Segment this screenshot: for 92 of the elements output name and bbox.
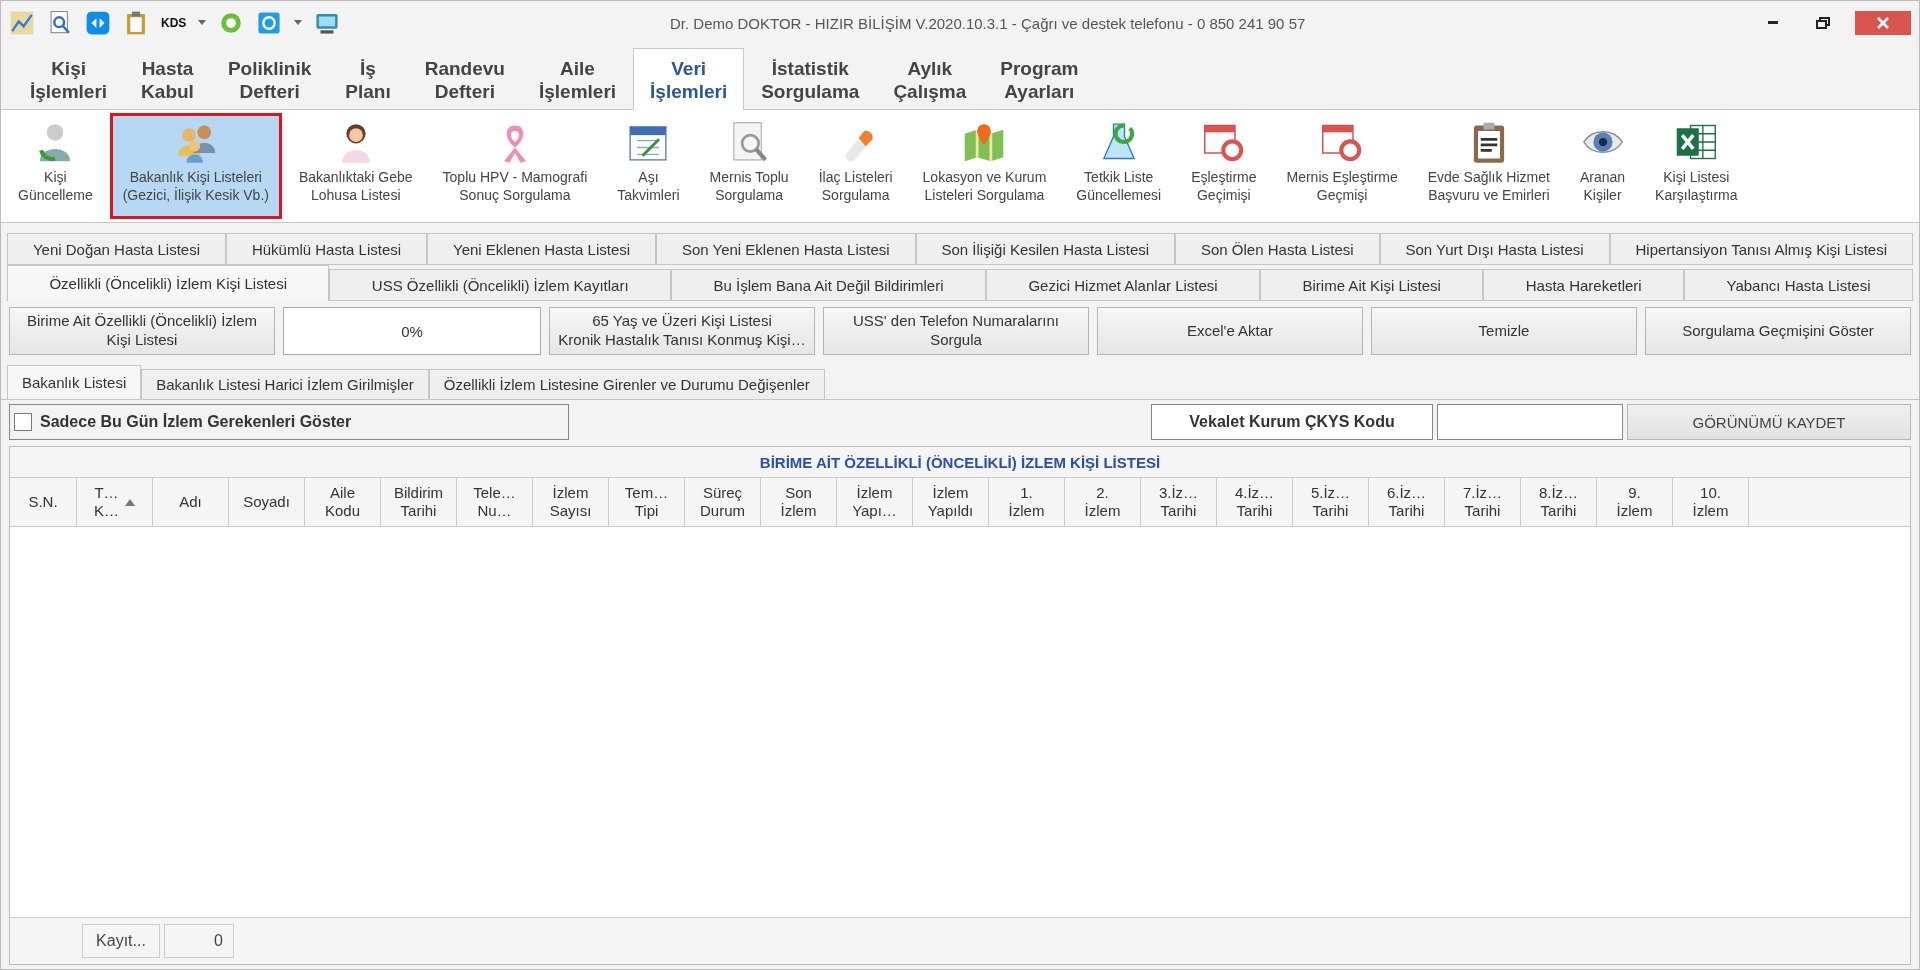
column-header[interactable]: 9. İzlem <box>1597 478 1673 526</box>
column-header[interactable]: Adı <box>153 478 229 526</box>
vekalet-input[interactable] <box>1437 404 1623 440</box>
sub-tab[interactable]: Bakanlık Listesi <box>7 365 142 399</box>
ribbon-button[interactable]: Eşleştirme Geçimişi <box>1178 113 1270 219</box>
menu-tab[interactable]: Program Ayarları <box>983 48 1096 110</box>
list-tab[interactable]: Yeni Doğan Hasta Listesi <box>7 233 226 265</box>
chart-icon[interactable] <box>9 10 35 36</box>
ribbon-button[interactable]: Lokasyon ve Kurum Listeleri Sorgulama <box>909 113 1060 219</box>
column-header[interactable]: 1. İzlem <box>989 478 1065 526</box>
action-button[interactable]: Birime Ait Özellikli (Öncelikli) İzlem Kişi Listesi <box>9 307 275 355</box>
list-tab[interactable]: Son Yurt Dışı Hasta Listesi <box>1379 233 1610 265</box>
record-count: 0 <box>164 924 234 958</box>
progress-text: 0% <box>401 322 423 340</box>
column-header[interactable]: İzlem Yapıldı <box>913 478 989 526</box>
column-header[interactable]: 7.İz… Tarihi <box>1445 478 1521 526</box>
list-tab[interactable]: Hasta Hareketleri <box>1483 269 1685 301</box>
ribbon-button[interactable]: İlaç Listeleri Sorgulama <box>805 113 906 219</box>
caret-icon[interactable] <box>294 20 303 26</box>
list-tab[interactable]: Son Yeni Eklenen Hasta Listesi <box>656 233 916 265</box>
menu-tab[interactable]: İstatistik Sorgulama <box>744 48 877 110</box>
list-tab[interactable]: Birime Ait Kişi Listesi <box>1260 269 1484 301</box>
list-tab[interactable]: Gezici Hizmet Alanlar Listesi <box>986 269 1261 301</box>
list-tab[interactable]: Son Ölen Hasta Listesi <box>1175 233 1380 265</box>
list-tab[interactable]: Son İlişiği Kesilen Hasta Listesi <box>915 233 1176 265</box>
column-header[interactable]: Soyadı <box>229 478 305 526</box>
menu-tab[interactable]: Aylık Çalışma <box>876 48 984 110</box>
close-icon <box>1877 17 1889 29</box>
column-header[interactable]: 8.İz… Tarihi <box>1521 478 1597 526</box>
list-tab[interactable]: Hipertansiyon Tanısı Almış Kişi Listesi <box>1609 233 1913 265</box>
column-header[interactable]: 5.İz… Tarihi <box>1293 478 1369 526</box>
column-header[interactable]: 2. İzlem <box>1065 478 1141 526</box>
action-button[interactable]: USS' den Telefon Numaralarını Sorgula <box>823 307 1089 355</box>
sub-tab[interactable]: Bakanlık Listesi Harici İzlem Girilmişler <box>141 369 429 399</box>
sort-ascending-icon <box>125 498 135 506</box>
vekalet-label: Vekalet Kurum ÇKYS Kodu <box>1151 404 1433 440</box>
column-header[interactable]: Son İzlem <box>761 478 837 526</box>
ribbon-button[interactable]: Bakanlıktaki Gebe Lohusa Listesi <box>285 113 426 219</box>
filter-checkbox[interactable]: Sadece Bu Gün İzlem Gerekenleri Göster <box>9 404 569 440</box>
column-header[interactable]: S.N. <box>10 478 77 526</box>
action-button[interactable]: 65 Yaş ve Üzeri Kişi Listesi Kronik Hastalık Tanısı Konmuş Kişi… <box>549 307 815 355</box>
list-tab[interactable]: Özellikli (Öncelikli) İzlem Kişi Listesi <box>7 265 330 301</box>
restore-icon <box>1816 17 1830 29</box>
ribbon-button[interactable]: Kişi Listesi Karşılaştırma <box>1642 113 1751 219</box>
grid-title: BİRİME AİT ÖZELLİKLİ (ÖNCELİKLİ) İZLEM KİŞİ LİSTESİ <box>10 447 1910 478</box>
column-header[interactable]: T… K… <box>77 478 153 526</box>
menu-tab[interactable]: Veri İşlemleri <box>633 48 745 110</box>
ribbon-button[interactable]: Aşı Takvimleri <box>604 113 693 219</box>
filter-label: Sadece Bu Gün İzlem Gerekenleri Göster <box>40 413 352 431</box>
save-view-button[interactable]: GÖRÜNÜMÜ KAYDET <box>1627 404 1911 440</box>
checkbox-box[interactable] <box>14 413 32 431</box>
action-button[interactable]: Excel'e Aktar <box>1097 307 1363 355</box>
action-button[interactable]: Sorgulama Geçmişini Göster <box>1645 307 1911 355</box>
column-header[interactable]: 10. İzlem <box>1673 478 1749 526</box>
ribbon-button[interactable]: Kişi Güncelleme <box>5 113 106 219</box>
column-header[interactable]: İzlem Sayısı <box>533 478 609 526</box>
remote-icon[interactable] <box>85 10 111 36</box>
column-header[interactable]: Aile Kodu <box>305 478 381 526</box>
ribbon-button[interactable]: Evde Sağlık Hizmet Başvuru ve Emirleri <box>1414 113 1563 219</box>
column-header[interactable]: Bildirim Tarihi <box>381 478 457 526</box>
ribbon-button[interactable]: Tetkik Liste Güncellemesi <box>1063 113 1175 219</box>
close-button[interactable] <box>1855 11 1911 35</box>
column-header[interactable]: Tele… Nu… <box>457 478 533 526</box>
ribbon-button[interactable]: Toplu HPV - Mamografi Sonuç Sorgulama <box>429 113 601 219</box>
record-label: Kayıt... <box>82 924 160 958</box>
menu-tab[interactable]: Poliklinik Defteri <box>210 48 329 110</box>
window-title: Dr. Demo DOKTOR - HIZIR BİLİŞİM V.2020.10.3.1 - Çağrı ve destek telefonu - 0 850 241 90 57 <box>669 14 1307 32</box>
column-header[interactable]: Tem… Tipi <box>609 478 685 526</box>
sub-tab[interactable]: Özellikli İzlem Listesine Girenler ve Durumu Değişenler <box>428 369 825 399</box>
ribbon-button[interactable]: Mernis Toplu Sorgulama <box>696 113 802 219</box>
list-tab[interactable]: Yabancı Hasta Listesi <box>1684 269 1913 301</box>
menu-tab[interactable]: Kişi İşlemleri <box>13 48 125 110</box>
kds-button[interactable]: KDS <box>161 16 187 30</box>
caret-icon[interactable] <box>198 20 207 26</box>
list-tab[interactable]: Bu İşlem Bana Ait Değil Bildirimleri <box>671 269 986 301</box>
ribbon-button[interactable]: Mernis Eşleştirme Geçmişi <box>1273 113 1411 219</box>
minimize-icon <box>1768 21 1778 25</box>
menu-tab[interactable]: Aile İşlemleri <box>521 48 634 110</box>
column-header[interactable]: 3.İz… Tarihi <box>1141 478 1217 526</box>
list-tab[interactable]: Hükümlü Hasta Listesi <box>225 233 428 265</box>
action-button[interactable]: Temizle <box>1371 307 1637 355</box>
column-header[interactable]: 6.İz… Tarihi <box>1369 478 1445 526</box>
ribbon-button[interactable]: Aranan Kişiler <box>1566 113 1639 219</box>
column-header[interactable]: İzlem Yapı… <box>837 478 913 526</box>
menu-tab[interactable]: Hasta Kabul <box>124 48 211 110</box>
column-header[interactable]: 4.İz… Tarihi <box>1217 478 1293 526</box>
list-tab[interactable]: Yeni Eklenen Hasta Listesi <box>427 233 657 265</box>
ribbon-button[interactable]: Bakanlık Kişi Listeleri (Gezici, İlişik Kesik Vb.) <box>109 113 282 219</box>
list-tab[interactable]: USS Özellikli (Öncelikli) İzlem Kayıtları <box>329 269 671 301</box>
column-header[interactable]: Süreç Durum <box>685 478 761 526</box>
menu-tab[interactable]: Randevu Defteri <box>407 48 522 110</box>
menu-tab[interactable]: İş Planı <box>328 48 408 110</box>
